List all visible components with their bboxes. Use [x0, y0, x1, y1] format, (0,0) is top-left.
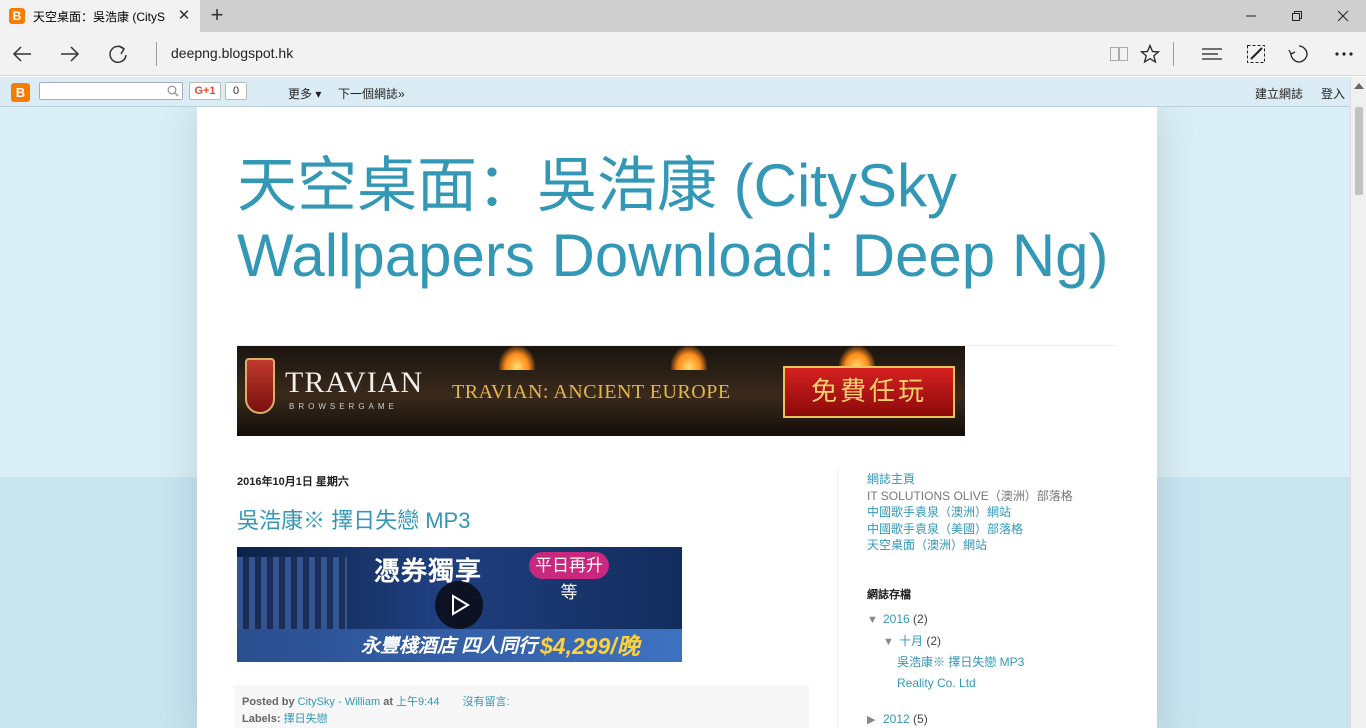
back-arrow-icon[interactable]: [6, 38, 38, 70]
archive-count: (2): [926, 634, 942, 648]
url-field[interactable]: deepng.blogspot.hk: [171, 45, 293, 61]
expand-triangle-icon[interactable]: ▶: [867, 713, 883, 726]
restore-icon[interactable]: [1274, 0, 1320, 32]
collapse-triangle-icon[interactable]: ▼: [883, 636, 899, 648]
tab-close-icon[interactable]: ✕: [176, 8, 192, 24]
play-icon: [452, 594, 470, 616]
post-footer: Posted by CitySky - William at 上午9:44 沒有…: [234, 685, 809, 728]
blog-search-box: [39, 82, 183, 101]
reading-view-icon[interactable]: [1103, 38, 1135, 70]
close-window-icon[interactable]: [1320, 0, 1366, 32]
blogger-favicon-icon: B: [9, 8, 25, 24]
tab-title: 天空桌面：吳浩康 (CityS: [33, 9, 166, 24]
ad-price: $4,299/晚: [540, 633, 640, 659]
sidebar-links: 網誌主頁 IT SOLUTIONS OLIVE（澳洲）部落格 中國歌手袁泉（澳洲…: [867, 471, 1073, 554]
hotel-video-ad[interactable]: 憑券獨享 平日再升等 永豐棧酒店 四人同行 $4,299/晚: [237, 547, 682, 662]
forward-arrow-icon[interactable]: [54, 38, 86, 70]
torch-flame-icon: [671, 346, 707, 370]
sign-in-link[interactable]: 登入: [1321, 85, 1345, 102]
archive-post-link[interactable]: Reality Co. Ltd: [897, 676, 976, 690]
banner-cta-button[interactable]: 免費任玩: [783, 366, 955, 418]
search-icon[interactable]: [167, 85, 179, 97]
archive-month-label[interactable]: 十月: [899, 634, 923, 648]
blog-search-input[interactable]: [43, 85, 161, 101]
archive-title: 網誌存檔: [867, 589, 911, 601]
play-button[interactable]: [435, 581, 483, 629]
vertical-scrollbar[interactable]: [1350, 77, 1366, 728]
google-plus-one-button[interactable]: G+1: [189, 82, 221, 100]
more-menu-link[interactable]: 更多 ▾: [288, 85, 321, 102]
travian-shield-icon: [245, 358, 275, 414]
blogger-logo-icon[interactable]: B: [11, 83, 30, 102]
create-blog-link[interactable]: 建立網誌: [1255, 85, 1303, 102]
archive-count: (5): [913, 712, 928, 726]
post-title[interactable]: 吳浩康※ 擇日失戀 MP3: [237, 503, 470, 535]
ad-footer-text: 永豐棧酒店 四人同行: [361, 636, 538, 657]
divider: [837, 469, 838, 728]
label-link[interactable]: 擇日失戀: [284, 713, 328, 725]
sidebar-link-yuan-quan-usa[interactable]: 中國歌手袁泉（美國）部落格: [867, 521, 1073, 538]
new-tab-plus-icon[interactable]: +: [205, 4, 229, 28]
archive-year-label[interactable]: 2016: [883, 612, 910, 626]
web-note-pen-icon[interactable]: [1240, 38, 1272, 70]
more-dots-icon[interactable]: [1328, 38, 1360, 70]
sidebar-link-it-solutions[interactable]: IT SOLUTIONS OLIVE（澳洲）部落格: [867, 488, 1073, 505]
banner-logo-subtext: BROWSERGAME: [289, 402, 398, 411]
torch-flame-icon: [499, 346, 535, 370]
refresh-icon[interactable]: [102, 38, 134, 70]
next-blog-link[interactable]: 下一個網誌»: [338, 85, 405, 102]
author-link[interactable]: CitySky - William: [298, 696, 381, 708]
minimize-icon[interactable]: [1228, 0, 1274, 32]
sidebar-link-yuan-quan-australia[interactable]: 中國歌手袁泉（澳洲）網站: [867, 504, 1073, 521]
divider: [1173, 42, 1174, 66]
hub-icon[interactable]: [1196, 38, 1228, 70]
scroll-up-arrow-icon[interactable]: [1354, 83, 1364, 89]
address-toolbar: deepng.blogspot.hk: [0, 32, 1366, 76]
at-label: at: [383, 696, 393, 708]
labels-label: Labels:: [242, 713, 281, 725]
banner-logo-text: TRAVIAN: [285, 366, 424, 399]
comments-link[interactable]: 沒有留言:: [463, 696, 510, 708]
browser-tab[interactable]: B 天空桌面：吳浩康 (CityS ✕: [0, 0, 200, 32]
tab-strip: B 天空桌面：吳浩康 (CityS ✕ +: [0, 0, 1366, 32]
post-date: 2016年10月1日 星期六: [237, 476, 349, 488]
archive-year-2016[interactable]: ▼ 2016 (2): [867, 612, 928, 626]
sidebar-link-home[interactable]: 網誌主頁: [867, 471, 1073, 488]
plus-one-count: 0: [225, 82, 247, 100]
archive-post-link[interactable]: 吳浩康※ 擇日失戀 MP3: [897, 653, 1024, 670]
collapse-triangle-icon[interactable]: ▼: [867, 614, 883, 626]
travian-banner-ad[interactable]: TRAVIAN BROWSERGAME TRAVIAN: ANCIENT EUR…: [237, 346, 965, 436]
divider: [156, 42, 157, 66]
archive-year-label[interactable]: 2012: [883, 712, 910, 726]
share-icon[interactable]: [1283, 38, 1315, 70]
blog-title[interactable]: 天空桌面：吳浩康 (CitySky Wallpapers Download: D…: [237, 151, 1137, 291]
archive-month-october[interactable]: ▼ 十月 (2): [883, 632, 941, 649]
scrollbar-thumb[interactable]: [1355, 107, 1363, 195]
post-time-link[interactable]: 上午9:44: [396, 696, 439, 708]
post-labels: Labels: 擇日失戀: [242, 710, 328, 726]
blog-content: 天空桌面：吳浩康 (CitySky Wallpapers Download: D…: [197, 107, 1157, 728]
blogger-navbar: B G+1 0 更多 ▾ 下一個網誌» 建立網誌 登入: [0, 77, 1350, 107]
archive-count: (2): [913, 612, 928, 626]
favorite-star-icon[interactable]: [1134, 38, 1166, 70]
banner-tagline: TRAVIAN: ANCIENT EUROPE: [452, 381, 731, 403]
sidebar-link-citysky-australia[interactable]: 天空桌面（澳洲）網站: [867, 537, 1073, 554]
post-meta: Posted by CitySky - William at 上午9:44 沒有…: [242, 693, 510, 709]
posted-by-label: Posted by: [242, 696, 295, 708]
ad-badge: 平日再升等: [529, 552, 609, 602]
archive-year-2012[interactable]: ▶ 2012 (5): [867, 712, 928, 726]
page-viewport: 天空桌面：吳浩康 (CitySky Wallpapers Download: D…: [0, 107, 1350, 728]
